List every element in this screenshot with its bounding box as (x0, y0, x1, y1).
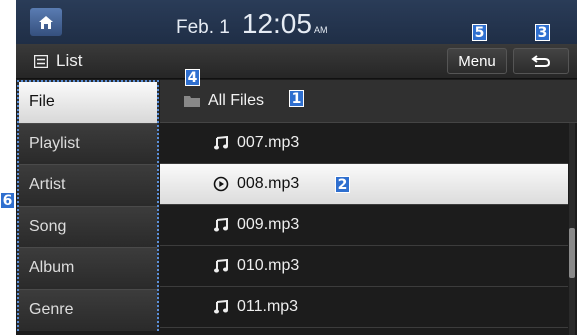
music-note-icon (212, 298, 230, 316)
status-bar: Feb. 1 12:05 AM (16, 0, 577, 44)
callout-6: 6 (0, 192, 15, 209)
menu-button[interactable]: Menu (447, 48, 507, 74)
file-list: 007.mp3 008.mp3 009.mp3 010.mp3 011.mp3 (160, 123, 568, 328)
category-album[interactable]: Album (19, 248, 157, 290)
category-file[interactable]: File (19, 82, 157, 124)
file-item[interactable]: 009.mp3 (160, 205, 568, 246)
category-sidebar: File Playlist Artist Song Album Genre (17, 80, 159, 331)
music-note-icon (212, 216, 230, 234)
file-item-playing[interactable]: 008.mp3 (160, 164, 568, 205)
folder-label: All Files (208, 92, 265, 109)
file-name: 008.mp3 (237, 175, 300, 192)
music-note-icon (212, 257, 230, 275)
file-item[interactable]: 011.mp3 (160, 287, 568, 328)
file-name: 007.mp3 (237, 134, 300, 151)
ampm-label: AM (313, 25, 328, 35)
current-folder[interactable]: All Files (160, 80, 577, 123)
back-icon (531, 55, 551, 67)
callout-3: 3 (535, 24, 550, 41)
list-title: List (34, 51, 82, 71)
file-name: 009.mp3 (237, 216, 300, 233)
category-artist[interactable]: Artist (19, 165, 157, 207)
callout-4: 4 (185, 69, 200, 86)
list-icon (34, 54, 48, 68)
file-name: 011.mp3 (237, 298, 299, 315)
file-browser: All Files 007.mp3 008.mp3 009.mp3 010.mp… (160, 80, 577, 335)
scrollbar[interactable] (569, 123, 575, 335)
category-song[interactable]: Song (19, 206, 157, 248)
home-icon (39, 15, 53, 29)
folder-icon (184, 96, 200, 107)
file-item[interactable]: 007.mp3 (160, 123, 568, 164)
callout-5: 5 (472, 24, 487, 41)
scrollbar-thumb[interactable] (569, 228, 575, 278)
time-label: 12:05 (241, 8, 312, 39)
category-genre[interactable]: Genre (19, 289, 157, 331)
list-header: List Menu (16, 44, 577, 79)
play-circle-icon (212, 175, 230, 193)
back-button[interactable] (513, 48, 569, 74)
home-button[interactable] (30, 8, 62, 36)
clock: Feb. 1 12:05 AM (176, 8, 327, 40)
category-playlist[interactable]: Playlist (19, 123, 157, 165)
date-label: Feb. 1 (176, 17, 230, 38)
music-note-icon (212, 134, 230, 152)
file-item[interactable]: 010.mp3 (160, 246, 568, 287)
callout-2: 2 (335, 176, 350, 193)
media-list-screen: Feb. 1 12:05 AM List Menu File Playlist … (16, 0, 577, 335)
list-title-label: List (56, 51, 83, 70)
file-name: 010.mp3 (237, 257, 300, 274)
callout-1: 1 (289, 90, 304, 107)
